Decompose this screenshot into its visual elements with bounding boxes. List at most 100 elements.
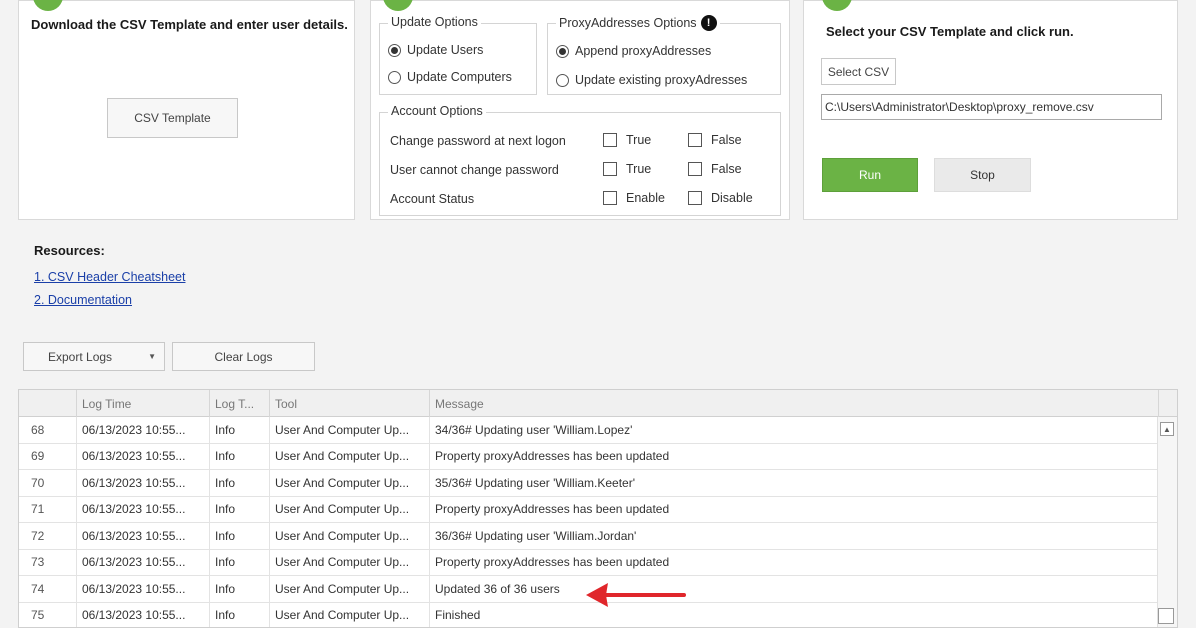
log-time-cell: 06/13/2023 10:55... — [77, 496, 210, 522]
scroll-down-icon[interactable] — [1158, 608, 1174, 624]
tool-cell: User And Computer Up... — [270, 549, 430, 575]
table-row[interactable]: 72 06/13/2023 10:55... Info User And Comput… — [19, 523, 1159, 550]
message-cell: Property proxyAddresses has been updated — [430, 549, 1159, 575]
column-header-log-time[interactable]: Log Time — [77, 390, 210, 417]
stop-button[interactable]: Stop — [934, 158, 1031, 192]
table-row[interactable]: 73 06/13/2023 10:55... Info User And Comput… — [19, 549, 1159, 576]
row-number: 72 — [19, 523, 77, 549]
tool-cell: User And Computer Up... — [270, 576, 430, 602]
log-type-cell: Info — [210, 602, 270, 627]
step3-indicator-icon — [822, 0, 852, 11]
cannot-change-password-false-checkbox[interactable]: False — [688, 162, 742, 176]
account-status-enable-checkbox[interactable]: Enable — [603, 191, 665, 205]
table-row[interactable]: 69 06/13/2023 10:55... Info User And Comput… — [19, 443, 1159, 470]
log-time-cell: 06/13/2023 10:55... — [77, 523, 210, 549]
row-number: 68 — [19, 417, 77, 443]
log-type-cell: Info — [210, 576, 270, 602]
tool-cell: User And Computer Up... — [270, 523, 430, 549]
chevron-down-icon: ▼ — [148, 352, 156, 361]
tool-cell: User And Computer Up... — [270, 602, 430, 627]
checkbox-icon — [603, 162, 617, 176]
checkbox-icon — [688, 162, 702, 176]
log-type-cell: Info — [210, 417, 270, 443]
select-csv-button[interactable]: Select CSV — [821, 58, 896, 85]
step3-panel: Select your CSV Template and click run. … — [803, 0, 1178, 220]
message-cell: 35/36# Updating user 'William.Keeter' — [430, 470, 1159, 496]
row-number: 75 — [19, 602, 77, 627]
checkbox-icon — [603, 133, 617, 147]
proxy-options-group: ProxyAddresses Options ! Append proxyAdd… — [547, 15, 781, 95]
update-options-title: Update Options — [388, 15, 481, 29]
update-users-radio[interactable]: Update Users — [388, 43, 483, 57]
change-password-label: Change password at next logon — [390, 134, 566, 148]
update-options-group: Update Options Update Users Update Compu… — [379, 15, 537, 95]
export-logs-dropdown[interactable]: Export Logs ▼ — [23, 342, 165, 371]
checkbox-label: True — [626, 133, 652, 147]
row-number: 69 — [19, 443, 77, 469]
append-proxy-radio[interactable]: Append proxyAddresses — [556, 44, 711, 58]
tool-cell: User And Computer Up... — [270, 443, 430, 469]
csv-path-field[interactable]: C:\Users\Administrator\Desktop\proxy_rem… — [821, 94, 1162, 120]
clear-logs-button[interactable]: Clear Logs — [172, 342, 315, 371]
resources-title: Resources: — [34, 243, 105, 258]
checkbox-label: False — [711, 133, 742, 147]
scroll-up-icon[interactable]: ▲ — [1160, 422, 1174, 436]
step1-instructions: Download the CSV Template and enter user… — [31, 17, 348, 32]
update-computers-label: Update Computers — [407, 70, 512, 84]
table-row[interactable]: 70 06/13/2023 10:55... Info User And Comput… — [19, 470, 1159, 497]
checkbox-icon — [688, 191, 702, 205]
log-time-cell: 06/13/2023 10:55... — [77, 576, 210, 602]
log-grid-header: Log Time Log T... Tool Message — [19, 390, 1177, 417]
table-row[interactable]: 68 06/13/2023 10:55... Info User And Comput… — [19, 417, 1159, 444]
message-cell: Property proxyAddresses has been updated — [430, 443, 1159, 469]
csv-header-cheatsheet-link[interactable]: 1. CSV Header Cheatsheet — [34, 270, 185, 284]
column-header-message[interactable]: Message — [430, 390, 1159, 417]
update-computers-radio[interactable]: Update Computers — [388, 70, 512, 84]
log-time-cell: 06/13/2023 10:55... — [77, 417, 210, 443]
cannot-change-password-true-checkbox[interactable]: True — [603, 162, 651, 176]
update-users-label: Update Users — [407, 43, 484, 57]
message-cell: 34/36# Updating user 'William.Lopez' — [430, 417, 1159, 443]
account-options-title: Account Options — [388, 104, 486, 118]
log-time-cell: 06/13/2023 10:55... — [77, 443, 210, 469]
log-type-cell: Info — [210, 523, 270, 549]
radio-unselected-icon — [556, 73, 569, 87]
column-header-rownum[interactable] — [19, 390, 77, 417]
tool-cell: User And Computer Up... — [270, 417, 430, 443]
step3-instructions: Select your CSV Template and click run. — [826, 24, 1074, 39]
checkbox-icon — [603, 191, 617, 205]
checkbox-label: False — [711, 162, 742, 176]
account-status-disable-checkbox[interactable]: Disable — [688, 191, 753, 205]
row-number: 70 — [19, 470, 77, 496]
update-existing-proxy-radio[interactable]: Update existing proxyAdresses — [556, 73, 747, 87]
row-number: 73 — [19, 549, 77, 575]
column-header-tool[interactable]: Tool — [270, 390, 430, 417]
radio-selected-icon — [388, 43, 401, 57]
cannot-change-password-label: User cannot change password — [390, 163, 559, 177]
checkbox-label: True — [626, 162, 652, 176]
step1-indicator-icon — [33, 0, 63, 11]
proxy-options-title-wrap: ProxyAddresses Options ! — [556, 15, 720, 31]
tool-cell: User And Computer Up... — [270, 470, 430, 496]
log-grid-scrollbar[interactable]: ▲ — [1157, 417, 1177, 627]
table-row[interactable]: 71 06/13/2023 10:55... Info User And Comput… — [19, 496, 1159, 523]
row-number: 74 — [19, 576, 77, 602]
log-type-cell: Info — [210, 470, 270, 496]
export-logs-label: Export Logs — [48, 349, 113, 364]
step2-panel: Update Options Update Users Update Compu… — [370, 0, 790, 220]
account-options-group: Account Options Change password at next … — [379, 104, 781, 216]
info-icon[interactable]: ! — [700, 15, 717, 31]
csv-template-button[interactable]: CSV Template — [107, 98, 238, 138]
column-header-log-type[interactable]: Log T... — [210, 390, 270, 417]
step2-indicator-icon — [383, 0, 413, 11]
log-type-cell: Info — [210, 443, 270, 469]
checkbox-icon — [688, 133, 702, 147]
run-button[interactable]: Run — [822, 158, 918, 192]
log-type-cell: Info — [210, 549, 270, 575]
change-password-true-checkbox[interactable]: True — [603, 133, 651, 147]
documentation-link[interactable]: 2. Documentation — [34, 293, 132, 307]
message-cell: 36/36# Updating user 'William.Jordan' — [430, 523, 1159, 549]
append-proxy-label: Append proxyAddresses — [575, 44, 712, 58]
change-password-false-checkbox[interactable]: False — [688, 133, 742, 147]
log-time-cell: 06/13/2023 10:55... — [77, 470, 210, 496]
